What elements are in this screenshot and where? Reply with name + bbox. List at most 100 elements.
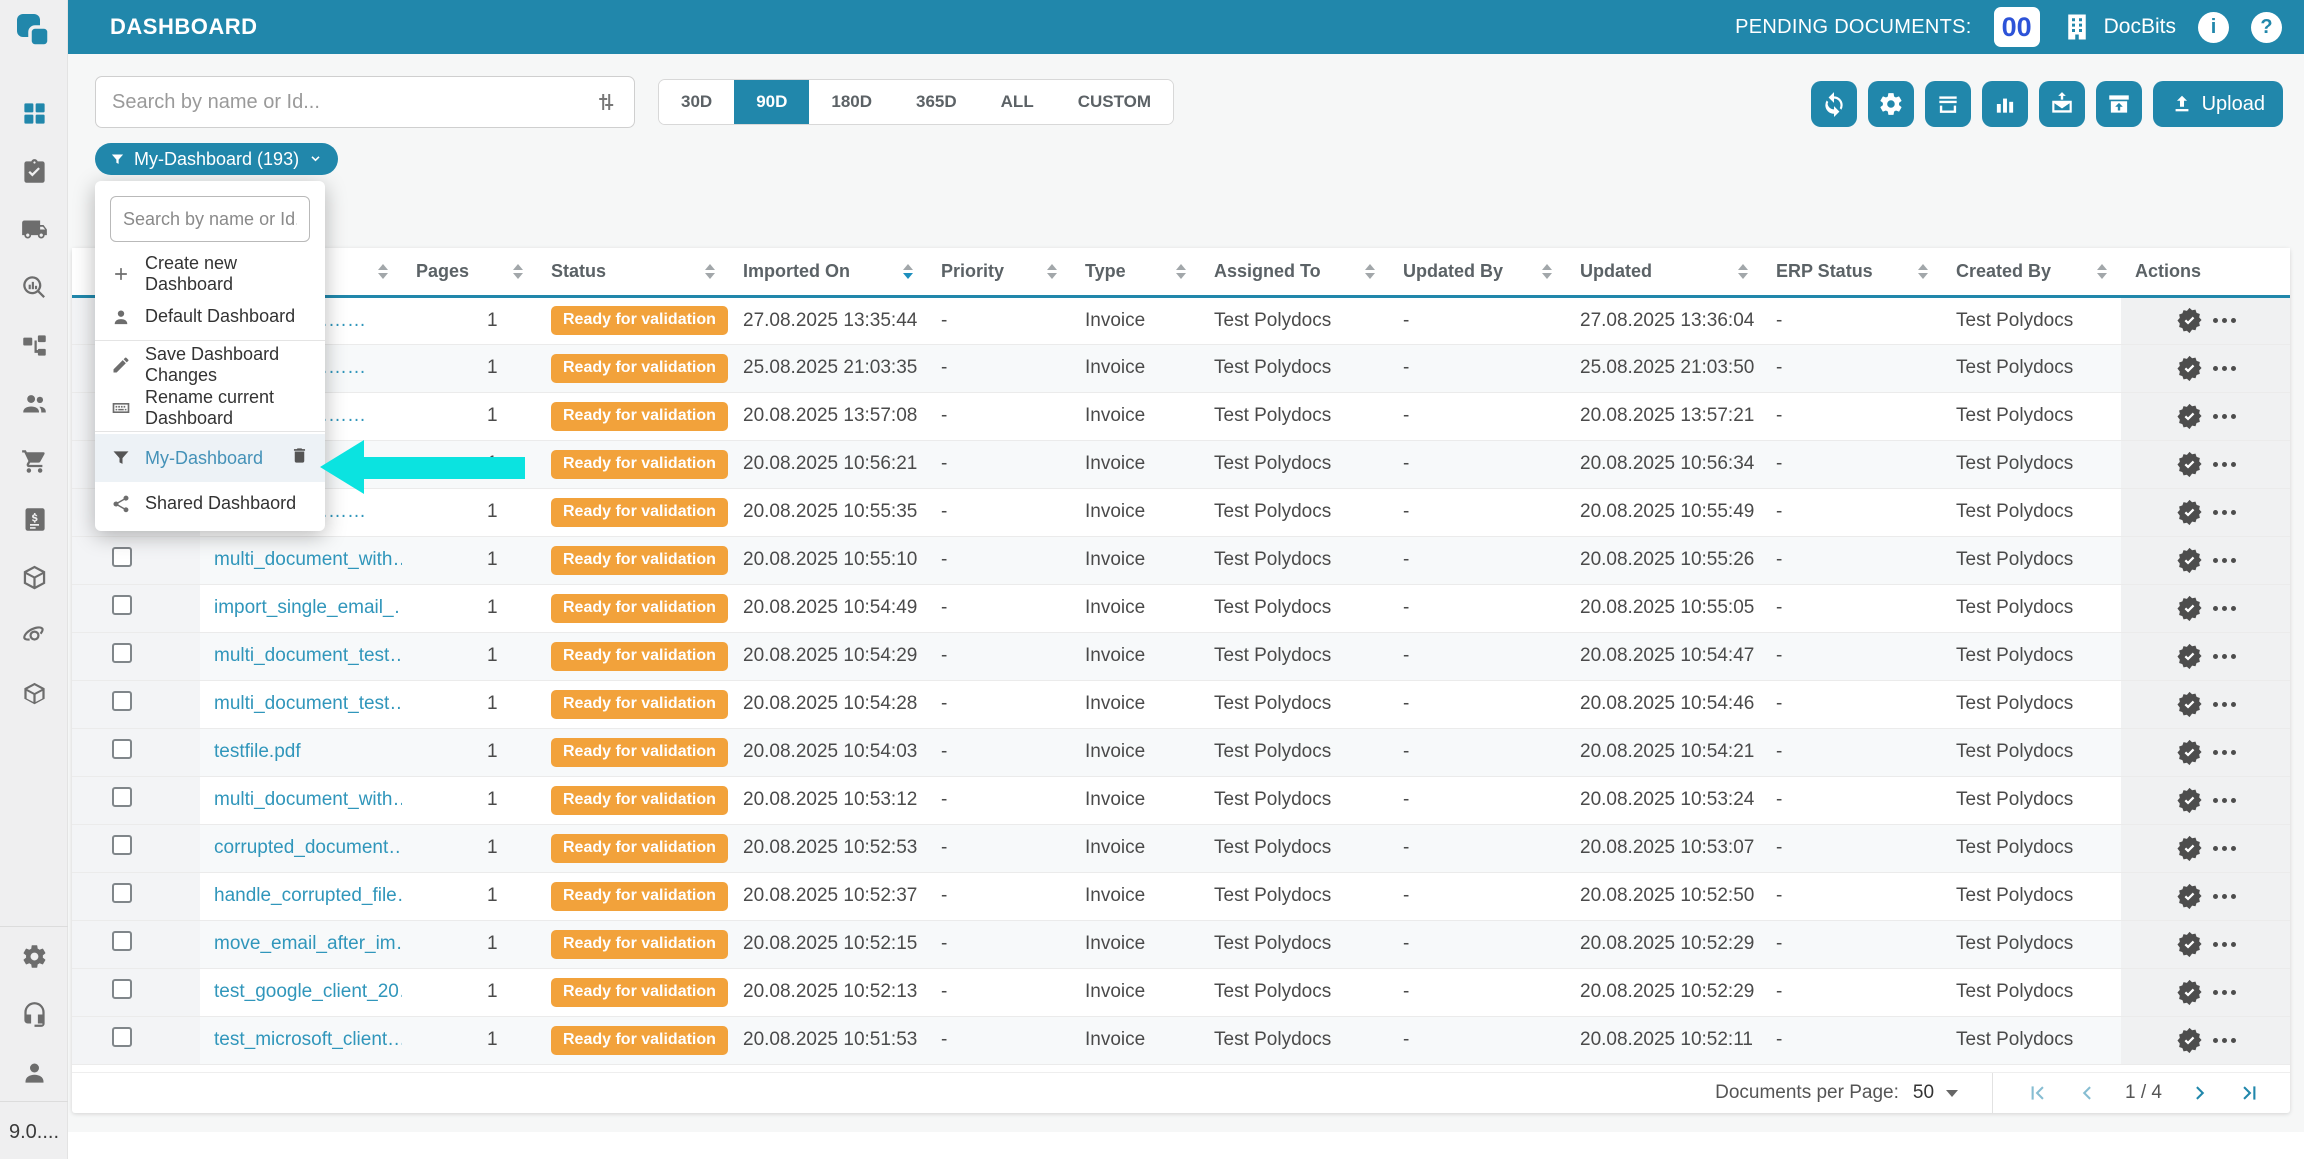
sort-icon[interactable]	[378, 263, 388, 279]
row-checkbox[interactable]	[112, 595, 132, 615]
filter-tune-icon[interactable]	[594, 90, 618, 114]
dropdown-search-input[interactable]	[110, 196, 310, 242]
validation-seal-icon[interactable]	[2176, 451, 2203, 478]
menu-item-create-dashboard[interactable]: Create new Dashboard	[95, 252, 325, 295]
dashboard-settings-button[interactable]	[1867, 81, 1914, 127]
sidebar-item-products[interactable]	[0, 664, 68, 722]
sidebar-item-workflow[interactable]	[0, 316, 68, 374]
row-checkbox[interactable]	[112, 691, 132, 711]
row-checkbox[interactable]	[112, 835, 132, 855]
more-actions-icon[interactable]	[2212, 941, 2236, 947]
upload-button[interactable]: Upload	[2152, 81, 2283, 127]
more-actions-icon[interactable]	[2212, 989, 2236, 995]
scan-button[interactable]	[1924, 81, 1971, 127]
dashboard-selector-pill[interactable]: My-Dashboard (193)	[95, 143, 339, 175]
validation-seal-icon[interactable]	[2176, 835, 2203, 862]
sort-icon[interactable]	[1047, 263, 1057, 279]
sort-icon[interactable]	[705, 263, 715, 279]
row-checkbox[interactable]	[112, 931, 132, 951]
sort-icon[interactable]	[1542, 263, 1552, 279]
range-180d-button[interactable]: 180D	[809, 80, 895, 124]
sidebar-item-integrations[interactable]	[0, 606, 68, 664]
document-link[interactable]: handle_corrupted_file…	[214, 885, 402, 906]
validation-seal-icon[interactable]	[2176, 547, 2203, 574]
sort-icon[interactable]	[513, 263, 523, 279]
range-all-button[interactable]: ALL	[978, 80, 1056, 124]
archive-upload-button[interactable]	[2095, 81, 2142, 127]
header-pages[interactable]: Pages	[402, 248, 537, 298]
row-checkbox[interactable]	[112, 1027, 132, 1047]
header-updated[interactable]: Updated	[1566, 248, 1762, 298]
more-actions-icon[interactable]	[2212, 413, 2236, 419]
document-link[interactable]: corrupted_document…	[214, 837, 402, 858]
document-link[interactable]: test_microsoft_client…	[214, 1029, 402, 1050]
sidebar-item-settings[interactable]	[0, 927, 68, 985]
menu-item-save-dashboard[interactable]: Save Dashboard Changes	[95, 343, 325, 386]
header-status[interactable]: Status	[537, 248, 729, 298]
sidebar-item-shipments[interactable]	[0, 548, 68, 606]
document-link[interactable]: move_email_after_im…	[214, 933, 402, 954]
more-actions-icon[interactable]	[2212, 365, 2236, 371]
sidebar-item-analytics[interactable]	[0, 258, 68, 316]
header-created-by[interactable]: Created By	[1942, 248, 2121, 298]
sidebar-item-delivery[interactable]	[0, 200, 68, 258]
sort-icon[interactable]	[1365, 263, 1375, 279]
analytics-button[interactable]	[1981, 81, 2028, 127]
sidebar-item-dashboard[interactable]	[0, 84, 68, 142]
header-priority[interactable]: Priority	[927, 248, 1071, 298]
more-actions-icon[interactable]	[2212, 557, 2236, 563]
document-link[interactable]: multi_document_with…	[214, 549, 402, 570]
sidebar-item-support[interactable]	[0, 985, 68, 1043]
pending-documents-count[interactable]: 00	[1993, 7, 2040, 47]
per-page-caret-icon[interactable]	[1946, 1089, 1959, 1097]
row-checkbox[interactable]	[112, 787, 132, 807]
document-link[interactable]: multi_document_with…	[214, 789, 402, 810]
more-actions-icon[interactable]	[2212, 845, 2236, 851]
header-assigned-to[interactable]: Assigned To	[1200, 248, 1389, 298]
search-input[interactable]	[112, 90, 594, 114]
document-link[interactable]: multi_document_test…	[214, 693, 402, 714]
next-page-icon[interactable]	[2189, 1082, 2211, 1104]
validation-seal-icon[interactable]	[2176, 931, 2203, 958]
header-imported-on[interactable]: Imported On	[729, 248, 927, 298]
document-link[interactable]: testfile.pdf	[214, 741, 301, 762]
validation-seal-icon[interactable]	[2176, 643, 2203, 670]
range-30d-button[interactable]: 30D	[659, 80, 735, 124]
more-actions-icon[interactable]	[2212, 893, 2236, 899]
menu-item-my-dashboard[interactable]: My-Dashboard	[95, 434, 325, 482]
validation-seal-icon[interactable]	[2176, 787, 2203, 814]
range-365d-button[interactable]: 365D	[894, 80, 979, 124]
validation-seal-icon[interactable]	[2176, 403, 2203, 430]
help-icon[interactable]: ?	[2251, 11, 2282, 43]
sidebar-item-purchase[interactable]	[0, 432, 68, 490]
sidebar-item-tasks[interactable]	[0, 142, 68, 200]
more-actions-icon[interactable]	[2212, 701, 2236, 707]
sync-button[interactable]	[1810, 81, 1857, 127]
more-actions-icon[interactable]	[2212, 797, 2236, 803]
row-checkbox[interactable]	[112, 547, 132, 567]
more-actions-icon[interactable]	[2212, 461, 2236, 467]
more-actions-icon[interactable]	[2212, 1037, 2236, 1043]
validation-seal-icon[interactable]	[2176, 595, 2203, 622]
menu-item-rename-dashboard[interactable]: Rename current Dashboard	[95, 386, 325, 429]
sidebar-item-invoices[interactable]	[0, 490, 68, 548]
validation-seal-icon[interactable]	[2176, 691, 2203, 718]
header-erp-status[interactable]: ERP Status	[1762, 248, 1942, 298]
sort-icon[interactable]	[1176, 263, 1186, 279]
menu-item-shared-dashboard[interactable]: Shared Dashbaord	[95, 482, 325, 525]
validation-seal-icon[interactable]	[2176, 355, 2203, 382]
per-page-value[interactable]: 50	[1913, 1082, 1934, 1104]
validation-seal-icon[interactable]	[2176, 1027, 2203, 1054]
prev-page-icon[interactable]	[2076, 1082, 2098, 1104]
more-actions-icon[interactable]	[2212, 509, 2236, 515]
validation-seal-icon[interactable]	[2176, 883, 2203, 910]
validation-seal-icon[interactable]	[2176, 979, 2203, 1006]
menu-item-default-dashboard[interactable]: Default Dashboard	[95, 295, 325, 338]
more-actions-icon[interactable]	[2212, 749, 2236, 755]
sort-icon[interactable]	[2097, 263, 2107, 279]
range-90d-button[interactable]: 90D	[734, 80, 810, 124]
sidebar-item-profile[interactable]	[0, 1043, 68, 1101]
mail-export-button[interactable]	[2038, 81, 2085, 127]
row-checkbox[interactable]	[112, 739, 132, 759]
more-actions-icon[interactable]	[2212, 605, 2236, 611]
